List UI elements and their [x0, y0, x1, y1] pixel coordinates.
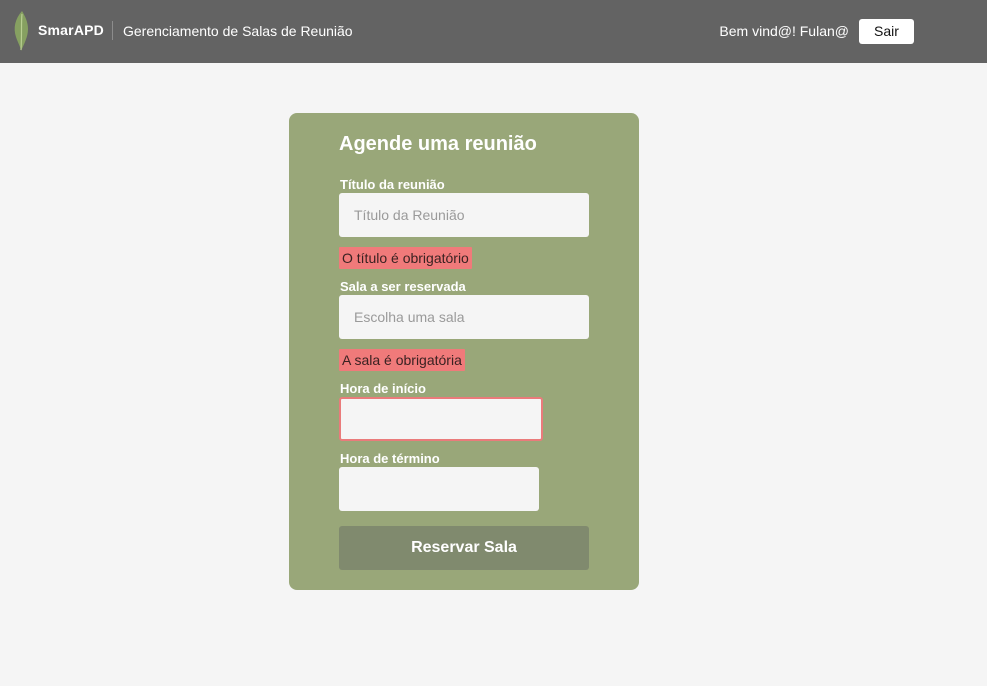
logout-button[interactable]: Sair	[859, 19, 914, 44]
room-select[interactable]: Escolha uma sala	[339, 295, 589, 339]
end-time-input[interactable]	[339, 467, 539, 511]
meeting-title-placeholder: Título da Reunião	[354, 207, 465, 223]
meeting-title-input[interactable]: Título da Reunião	[339, 193, 589, 237]
room-label: Sala a ser reservada	[340, 279, 466, 294]
meeting-title-error: O título é obrigatório	[339, 247, 472, 269]
reserve-room-button[interactable]: Reservar Sala	[339, 526, 589, 570]
start-time-input[interactable]	[339, 397, 543, 441]
leaf-logo-icon	[14, 11, 28, 51]
brand-name: SmarAPD	[38, 22, 104, 38]
top-bar: SmarAPD Gerenciamento de Salas de Reuniã…	[0, 0, 987, 63]
end-time-label: Hora de término	[340, 451, 440, 466]
form-title: Agende uma reunião	[339, 133, 537, 155]
booking-form: Agende uma reunião Título da reunião Tít…	[289, 113, 639, 590]
welcome-message: Bem vind@! Fulan@	[719, 23, 849, 39]
room-error: A sala é obrigatória	[339, 349, 465, 371]
meeting-title-label: Título da reunião	[340, 177, 445, 192]
start-time-label: Hora de início	[340, 381, 426, 396]
header-divider	[112, 21, 113, 40]
room-select-placeholder: Escolha uma sala	[354, 309, 465, 325]
app-title: Gerenciamento de Salas de Reunião	[123, 23, 353, 39]
